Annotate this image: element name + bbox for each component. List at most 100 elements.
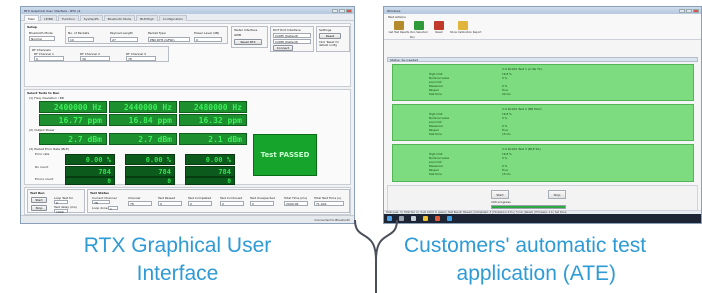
status-completed-value: 0: [188, 201, 212, 206]
rx-ch1-value: 784: [98, 167, 111, 176]
reset-settings-button[interactable]: Reset: [319, 33, 341, 39]
rf-channel-3-field[interactable]: 78: [126, 56, 156, 61]
task-view-icon[interactable]: [411, 216, 416, 221]
payload-field[interactable]: 27: [110, 37, 138, 42]
setup-pane: Setup Bluetooth Mode Normal No. of Packe…: [24, 23, 351, 87]
window-title: RTX Graphical User Interface - RTX v1: [24, 8, 81, 13]
status-channel-value: 78: [128, 201, 152, 206]
err-ch3-display: 0: [185, 177, 235, 185]
app-icon[interactable]: [435, 216, 440, 221]
reset-icon[interactable]: [434, 21, 444, 30]
test-run-box: Test Run Start Stop Loop Test for 0 Test…: [27, 189, 85, 214]
per-ch1-display: 0.00 %: [65, 154, 115, 165]
loop-done-label: Loop done: [92, 206, 108, 210]
power-field[interactable]: 0: [194, 37, 222, 42]
tab-sys[interactable]: Sys/Sp/PS: [79, 15, 103, 21]
packet-type-select[interactable]: PN9 DH5 (GFSK): [148, 37, 190, 42]
progress-label: 100 progress: [491, 200, 511, 204]
rf-channels-box: RF Channels RF Channel 1 0 RF Channel 2 …: [29, 46, 169, 62]
errors-count-label: Errors count: [35, 177, 54, 181]
mode-label: Bluetooth Mode: [29, 31, 53, 35]
rx-ch3-value: 784: [218, 167, 231, 176]
tab-configuration[interactable]: Configuration: [158, 15, 188, 21]
loop-field[interactable]: 0: [54, 200, 68, 205]
test-result-text: Test PASSED: [260, 151, 310, 159]
port-option-2[interactable]: COM8 (Default): [273, 39, 311, 44]
port-label: DUT Port Interface: [273, 28, 301, 32]
ppm-ch1-display: 16.77 ppm: [39, 114, 107, 126]
ate-maximize-icon[interactable]: [686, 8, 692, 13]
status-unexpected-value: 0: [250, 201, 274, 206]
select-tests-label: Select Tests to Run: [27, 91, 60, 95]
freq-ch3-value: 2480000 Hz: [193, 102, 242, 112]
get-results-icon[interactable]: [394, 21, 404, 30]
run-status-pane: Test Run Start Stop Loop Test for 0 Test…: [24, 187, 351, 215]
rx-ch3-display: 784: [185, 166, 235, 177]
reset-rtx-button[interactable]: Reset RTX: [234, 39, 262, 45]
freq-ch3-display: 2480000 Hz: [179, 101, 247, 113]
port-option-1[interactable]: COM5 (Default): [273, 33, 311, 38]
ate-start-button[interactable]: Start: [491, 190, 509, 199]
freq-ch1-value: 2400000 Hz: [53, 102, 102, 112]
per-ch3-value: 0.00 %: [205, 155, 231, 164]
close-icon[interactable]: [346, 8, 352, 13]
maximize-icon[interactable]: [339, 8, 345, 13]
packet-type-label: Packet Type: [148, 31, 166, 35]
test-run-title: Test Run: [30, 191, 45, 195]
start-button[interactable]: Start: [31, 197, 47, 203]
per-ch1-value: 0.00 %: [85, 155, 111, 164]
per-ch3-display: 0.00 %: [185, 154, 235, 165]
settings-hint: Click 'Reset' for default config: [319, 41, 340, 47]
progress-fill: [492, 206, 565, 208]
ribbon-tab[interactable]: Test Actions: [388, 15, 406, 19]
tab-ble-high[interactable]: BLE/High: [136, 15, 158, 21]
panel-1-row-value: 0 %: [502, 76, 508, 80]
rf-channel-1-field[interactable]: 0: [34, 56, 64, 61]
stop-button[interactable]: Stop: [31, 205, 47, 211]
run-selected-icon[interactable]: [414, 21, 424, 30]
minimize-icon[interactable]: [332, 8, 338, 13]
mode-select[interactable]: Normal: [29, 36, 55, 41]
tab-le-br[interactable]: LE/BR: [40, 15, 57, 21]
ribbon-label-calibration: Show Calibration Report: [450, 31, 482, 34]
interface-value[interactable]: GPIB: [234, 33, 241, 37]
tab-funktion[interactable]: Funktion: [57, 15, 79, 21]
freq-ch1-display: 2400000 Hz: [39, 101, 107, 113]
test-3-label[interactable]: (3) Packet Error Rate (BLE): [29, 147, 69, 151]
current-channel-field: 78: [92, 200, 110, 205]
tab-bluetooth-mode[interactable]: Bluetooth Mode: [103, 15, 136, 21]
col-test-completed: Test Completed: [188, 196, 212, 200]
ribbon: Test Actions Get Test Results Run Select…: [384, 14, 701, 40]
result-panel-1: 2.9 Rxx02 Test 1 (2.4G Tx) High limit No…: [392, 64, 694, 101]
ate-stop-button[interactable]: Stop: [548, 190, 566, 199]
count-field[interactable]: 10: [68, 37, 94, 42]
payload-label: Payload Length: [110, 31, 134, 35]
ppm-ch3-value: 16.32 ppm: [198, 115, 242, 125]
interface-label: Tester Interface: [234, 28, 258, 32]
per-ch2-value: 0.00 %: [145, 155, 171, 164]
test-2-label[interactable]: (2) Output Power: [29, 128, 55, 132]
test-1-label[interactable]: (1) Freq. Deviation / BR: [29, 96, 64, 100]
panel-2-title: 2.9 Rxx02 Test 2 (BR Mod): [502, 107, 542, 111]
rf-channel-2-field[interactable]: 39: [80, 56, 110, 61]
ppm-ch3-display: 16.32 ppm: [179, 114, 247, 126]
file-explorer-icon[interactable]: [423, 216, 428, 221]
windows-taskbar: [384, 214, 701, 223]
browser-icon[interactable]: [447, 216, 452, 221]
comparison-stage: RTX Graphical User Interface - RTX v1 Ma…: [0, 0, 702, 293]
panel-2-row-label: Test time: [429, 132, 442, 136]
panel-3-row-label: Test time: [429, 172, 442, 176]
timer-field[interactable]: 1000: [54, 209, 68, 214]
ate-minimize-icon[interactable]: [679, 8, 685, 13]
status-total-test-time-value: 71.404: [314, 201, 344, 206]
tab-main[interactable]: Main: [24, 15, 40, 21]
rx-ch2-value: 784: [158, 167, 171, 176]
connect-button[interactable]: Connect: [273, 45, 293, 51]
freq-ch2-display: 2440000 Hz: [109, 101, 177, 113]
col-test-unexpected: Test Unexpected: [250, 196, 275, 200]
rx-ch1-display: 784: [65, 166, 115, 177]
col-test-continued: Test Continued: [220, 196, 243, 200]
calibration-report-icon[interactable]: [458, 21, 468, 30]
err-ch2-value: 0: [167, 177, 171, 185]
ate-close-icon[interactable]: [693, 8, 699, 13]
